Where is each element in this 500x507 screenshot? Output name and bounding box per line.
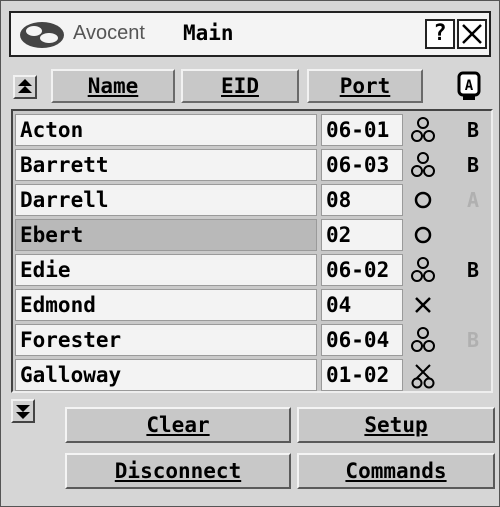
channel-label: B — [466, 328, 480, 352]
disconnect-button[interactable]: Disconnect — [65, 453, 291, 489]
channel-label: B — [466, 153, 480, 177]
server-name: Acton — [15, 114, 317, 146]
server-port: 06-01 — [321, 114, 403, 146]
sort-by-eid-button[interactable]: EID — [181, 69, 299, 103]
scroll-bottom-button[interactable] — [11, 399, 35, 423]
close-icon — [462, 24, 482, 44]
list-item[interactable]: Forester 06-04 B — [15, 323, 489, 358]
server-port: 04 — [321, 289, 403, 321]
online-icon — [409, 184, 449, 216]
sort-by-name-button[interactable]: Name — [51, 69, 175, 103]
clear-button-label: Clear — [146, 413, 210, 437]
blocked-icon — [409, 359, 449, 391]
main-window: Avocent Main ? Name EID Port A Acton 06-0… — [0, 0, 500, 507]
server-name: Darrell — [15, 184, 317, 216]
list-item[interactable]: Edie 06-02 B — [15, 253, 489, 288]
list-item[interactable]: Darrell 08 A — [15, 183, 489, 218]
channel-monitor-icon: A — [457, 71, 481, 101]
help-button[interactable]: ? — [425, 19, 455, 49]
connected-icon — [409, 149, 449, 181]
server-port: 08 — [321, 184, 403, 216]
server-name: Barrett — [15, 149, 317, 181]
list-item[interactable]: Barrett 06-03 B — [15, 148, 489, 183]
connected-icon — [409, 114, 449, 146]
server-port: 06-04 — [321, 324, 403, 356]
list-item[interactable]: Acton 06-01 B — [15, 113, 489, 148]
name-column-label: Name — [87, 74, 139, 98]
server-list[interactable]: Acton 06-01 B Barrett 06-03 B Darrell 08 A Ebert 0… — [11, 109, 493, 393]
setup-button-label: Setup — [364, 413, 428, 437]
eid-column-label: EID — [221, 74, 259, 98]
channel-label: B — [466, 258, 480, 282]
avocent-logo-icon — [20, 22, 64, 48]
title-bar: Avocent Main ? — [9, 11, 491, 57]
double-down-arrow-icon — [16, 405, 30, 419]
double-up-arrow-icon — [18, 79, 32, 93]
list-item[interactable]: Edmond 04 — [15, 288, 489, 323]
channel-label: B — [466, 118, 480, 142]
list-item[interactable]: Galloway 01-02 — [15, 358, 489, 393]
offline-icon — [409, 289, 449, 321]
clear-button[interactable]: Clear — [65, 407, 291, 443]
channel-icon-letter: A — [465, 78, 474, 94]
sort-by-port-button[interactable]: Port — [307, 69, 423, 103]
port-column-label: Port — [339, 74, 391, 98]
list-item[interactable]: Ebert 02 — [15, 218, 489, 253]
server-port: 02 — [321, 219, 403, 251]
window-title: Main — [183, 21, 234, 45]
server-name: Edie — [15, 254, 317, 286]
online-icon — [409, 219, 449, 251]
disconnect-button-label: Disconnect — [114, 459, 242, 483]
close-button[interactable] — [457, 19, 487, 49]
brand-name: Avocent — [73, 22, 145, 44]
server-port: 06-02 — [321, 254, 403, 286]
server-port: 06-03 — [321, 149, 403, 181]
scroll-top-button[interactable] — [13, 75, 37, 99]
server-name: Forester — [15, 324, 317, 356]
server-name: Edmond — [15, 289, 317, 321]
channel-label: A — [466, 188, 480, 212]
channel-label — [461, 219, 485, 251]
connected-icon — [409, 254, 449, 286]
server-name: Ebert — [15, 219, 317, 251]
server-port: 01-02 — [321, 359, 403, 391]
connected-icon — [409, 324, 449, 356]
server-name: Galloway — [15, 359, 317, 391]
setup-button[interactable]: Setup — [297, 407, 495, 443]
commands-button-label: Commands — [345, 459, 447, 483]
channel-label — [461, 359, 485, 391]
channel-label — [461, 289, 485, 321]
commands-button[interactable]: Commands — [297, 453, 495, 489]
